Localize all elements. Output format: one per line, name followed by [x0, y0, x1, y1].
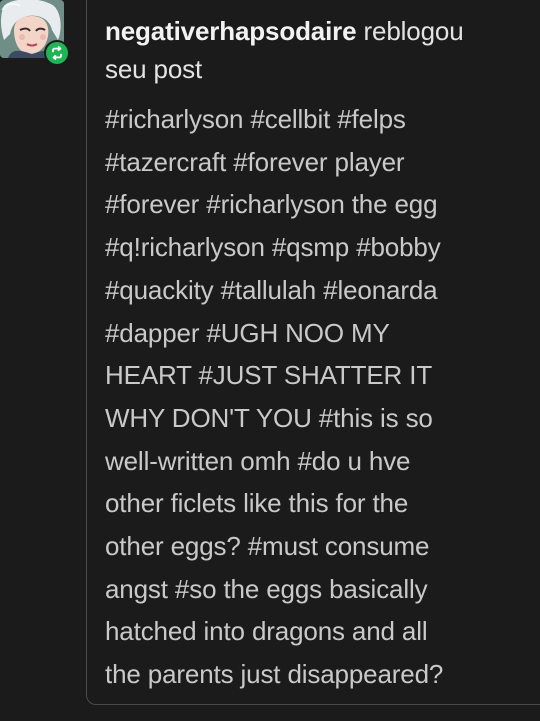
tag-line[interactable]: other ficlets like this for the	[105, 482, 533, 525]
notification-content: negativerhapsodaire reblogou seu post #r…	[105, 12, 533, 696]
action-text: reblogou	[356, 16, 464, 46]
notification-text[interactable]: negativerhapsodaire reblogou seu post	[105, 12, 533, 88]
tag-line[interactable]: HEART #JUST SHATTER IT	[105, 354, 533, 397]
tag-line[interactable]: #forever #richarlyson the egg	[105, 183, 533, 226]
avatar-group[interactable]	[0, 0, 70, 72]
tag-line[interactable]: hatched into dragons and all	[105, 610, 533, 653]
tag-line[interactable]: the parents just disappeared?	[105, 653, 533, 696]
tag-line[interactable]: #quackity #tallulah #leonarda	[105, 269, 533, 312]
username-link[interactable]: negativerhapsodaire	[105, 16, 357, 46]
tag-line[interactable]: #dapper #UGH NOO MY	[105, 312, 533, 355]
tag-line[interactable]: well-written omh #do u hve	[105, 440, 533, 483]
activity-screen: negativerhapsodaire reblogou seu post #r…	[0, 0, 540, 721]
action-text-continued: seu post	[105, 54, 203, 84]
tag-line[interactable]: other eggs? #must consume	[105, 525, 533, 568]
tag-line[interactable]: #q!richarlyson #qsmp #bobby	[105, 226, 533, 269]
reblog-badge	[44, 40, 70, 66]
tag-line[interactable]: #tazercraft #forever player	[105, 141, 533, 184]
tag-list: #richarlyson #cellbit #felps #tazercraft…	[105, 98, 533, 696]
tag-line[interactable]: angst #so the eggs basically	[105, 568, 533, 611]
reblog-icon	[52, 46, 62, 60]
tag-line[interactable]: WHY DON'T YOU #this is so	[105, 397, 533, 440]
tag-line[interactable]: #richarlyson #cellbit #felps	[105, 98, 533, 141]
